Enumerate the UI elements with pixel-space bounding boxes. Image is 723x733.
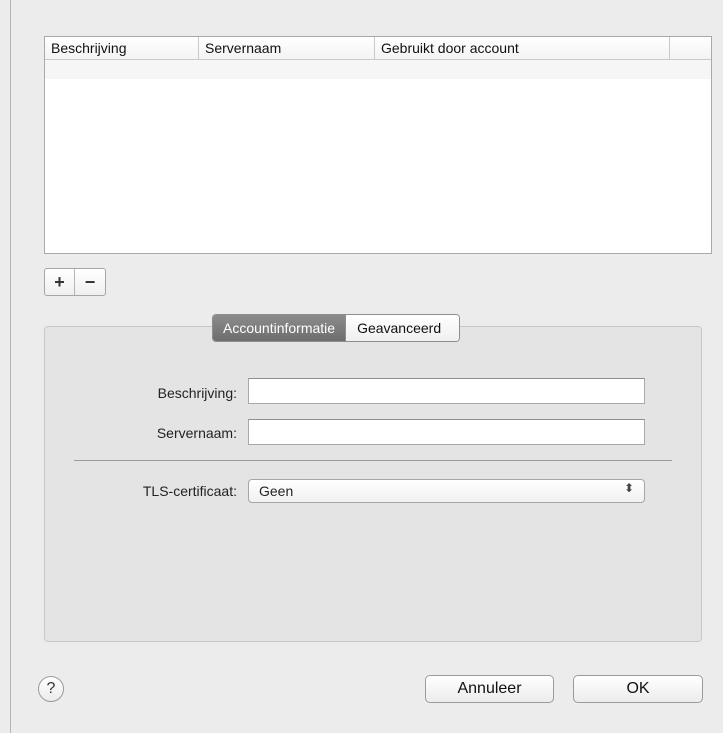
ok-button[interactable]: OK: [573, 675, 703, 703]
separator: [74, 460, 672, 461]
column-header-empty: [670, 37, 711, 59]
description-label: Beschrijving:: [157, 385, 237, 401]
table-row-stripe: [45, 60, 711, 79]
description-input[interactable]: [248, 378, 645, 404]
cancel-button[interactable]: Annuleer: [425, 675, 554, 703]
remove-server-button[interactable]: −: [74, 269, 105, 295]
column-header-description[interactable]: Beschrijving: [45, 37, 199, 59]
add-remove-control: + −: [44, 268, 106, 296]
add-server-button[interactable]: +: [45, 269, 74, 295]
help-button[interactable]: ?: [38, 676, 64, 702]
table-header: Beschrijving Servernaam Gebruikt door ac…: [45, 37, 711, 60]
tls-certificate-value: Geen: [259, 483, 294, 499]
servername-input[interactable]: [248, 419, 645, 445]
servername-label: Servernaam:: [156, 425, 237, 441]
column-header-servername[interactable]: Servernaam: [199, 37, 375, 59]
column-header-used-by-account[interactable]: Gebruikt door account: [375, 37, 670, 59]
tab-account-information[interactable]: Accountinformatie: [213, 315, 346, 341]
tls-certificate-select[interactable]: Geen ⬍: [248, 479, 645, 503]
tab-advanced[interactable]: Geavanceerd: [345, 315, 460, 341]
tab-bar: Accountinformatie Geavanceerd: [212, 314, 461, 342]
up-down-arrows-icon: ⬍: [623, 481, 634, 495]
table-body[interactable]: [45, 60, 711, 254]
tls-certificate-label: TLS-certificaat:: [142, 483, 237, 499]
server-table[interactable]: Beschrijving Servernaam Gebruikt door ac…: [44, 36, 712, 254]
